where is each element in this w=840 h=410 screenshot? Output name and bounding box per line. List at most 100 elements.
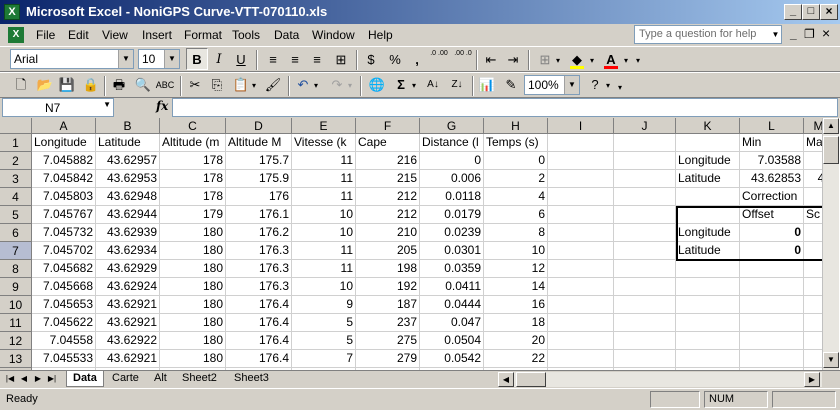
row-header-7[interactable]: 7 [0, 242, 32, 260]
menu-file[interactable]: File [32, 27, 59, 43]
data-cell[interactable]: 0.0239 [420, 224, 484, 242]
workbook-icon[interactable]: X [8, 27, 24, 43]
borders-icon[interactable]: ⊞ [534, 49, 556, 71]
data-cell[interactable]: 43.62921 [96, 296, 160, 314]
row-header-1[interactable]: 1 [0, 134, 32, 152]
name-box-dropdown-icon[interactable]: ▼ [103, 100, 111, 109]
redo-icon[interactable]: ↷ [326, 74, 348, 96]
cell[interactable] [614, 278, 676, 296]
open-icon[interactable]: 📂 [34, 74, 56, 96]
zoom-select[interactable]: 100% ▼ [524, 75, 580, 95]
sheet-tab-data[interactable]: Data [66, 371, 104, 387]
scroll-down-icon[interactable]: ▼ [823, 352, 839, 368]
data-cell[interactable]: 14 [484, 278, 548, 296]
column-header-b[interactable]: B [96, 118, 160, 134]
data-cell[interactable]: 0.0444 [420, 296, 484, 314]
data-cell[interactable]: 0.0301 [420, 242, 484, 260]
data-cell[interactable]: 7.045767 [32, 206, 96, 224]
prev-sheet-icon[interactable]: ◀ [18, 372, 30, 386]
data-cell[interactable]: 7 [292, 350, 356, 368]
data-cell[interactable]: 176.4 [226, 350, 292, 368]
cell[interactable] [548, 152, 614, 170]
data-cell[interactable]: 43.62929 [96, 260, 160, 278]
data-cell[interactable]: 43.62934 [96, 242, 160, 260]
underline-button[interactable]: U [230, 49, 252, 71]
data-cell[interactable]: 7.045882 [32, 152, 96, 170]
cell[interactable] [676, 260, 740, 278]
permission-icon[interactable]: 🔒 [80, 74, 102, 96]
data-cell[interactable]: 20 [484, 332, 548, 350]
print-preview-icon[interactable]: 🔍 [132, 74, 154, 96]
align-right-icon[interactable]: ≡ [306, 49, 328, 71]
scroll-up-icon[interactable]: ▲ [823, 118, 839, 134]
data-cell[interactable]: 8 [484, 224, 548, 242]
data-cell[interactable]: 7.04558 [32, 332, 96, 350]
data-cell[interactable]: 9 [292, 296, 356, 314]
data-cell[interactable]: 0 [484, 152, 548, 170]
cell[interactable] [740, 260, 804, 278]
align-center-icon[interactable]: ≡ [284, 49, 306, 71]
close-button[interactable]: × [820, 4, 838, 20]
data-cell[interactable]: 7.045732 [32, 224, 96, 242]
cell[interactable] [614, 242, 676, 260]
data-cell[interactable]: 43.62939 [96, 224, 160, 242]
paste-icon[interactable]: 📋 [230, 74, 252, 96]
cell[interactable] [676, 350, 740, 368]
format-painter-icon[interactable]: 🖌 [262, 74, 284, 96]
row-header-13[interactable]: 13 [0, 350, 32, 368]
data-cell[interactable]: 12 [484, 260, 548, 278]
data-cell[interactable]: 0.0359 [420, 260, 484, 278]
cell[interactable] [740, 314, 804, 332]
data-cell[interactable]: 18 [484, 314, 548, 332]
horizontal-scroll-thumb[interactable] [516, 372, 546, 387]
row-header-4[interactable]: 4 [0, 188, 32, 206]
cell[interactable] [676, 314, 740, 332]
menu-window[interactable]: Window [308, 27, 359, 43]
cell[interactable] [614, 206, 676, 224]
data-cell[interactable]: 0.0411 [420, 278, 484, 296]
menu-help[interactable]: Help [364, 27, 397, 43]
data-cell[interactable]: 0.0542 [420, 350, 484, 368]
increase-indent-icon[interactable]: ⇥ [502, 49, 524, 71]
font-color-dropdown-icon[interactable]: ▾ [624, 56, 628, 65]
select-all-corner[interactable] [0, 118, 32, 134]
data-cell[interactable]: 176 [226, 188, 292, 206]
data-cell[interactable]: 198 [356, 260, 420, 278]
sheet-tab-carte[interactable]: Carte [106, 371, 145, 387]
sort-ascending-icon[interactable]: A↓ [422, 74, 444, 96]
data-cell[interactable]: 10 [292, 278, 356, 296]
data-cell[interactable]: 7.045842 [32, 170, 96, 188]
row-header-12[interactable]: 12 [0, 332, 32, 350]
spelling-icon[interactable]: ABC [154, 74, 176, 96]
cell[interactable] [614, 188, 676, 206]
copy-icon[interactable]: ⎘ [206, 74, 228, 96]
row-header-8[interactable]: 8 [0, 260, 32, 278]
column-title-cell[interactable]: Longitude [32, 134, 96, 152]
cell[interactable] [548, 350, 614, 368]
row-header-5[interactable]: 5 [0, 206, 32, 224]
column-title-cell[interactable]: Altitude M [226, 134, 292, 152]
cell[interactable] [676, 188, 740, 206]
vertical-scroll-thumb[interactable] [823, 136, 839, 164]
column-title-cell[interactable]: Altitude (m [160, 134, 226, 152]
data-cell[interactable]: 215 [356, 170, 420, 188]
cell[interactable] [614, 134, 676, 152]
help-dropdown-icon[interactable]: ▾ [606, 81, 610, 90]
latitude-offset-cell[interactable]: 0 [740, 242, 804, 260]
column-header-g[interactable]: G [420, 118, 484, 134]
toolbar-options-icon[interactable]: ▾ [636, 56, 640, 65]
cell[interactable] [676, 206, 740, 224]
menu-view[interactable]: View [98, 27, 132, 43]
data-cell[interactable]: 7.045803 [32, 188, 96, 206]
scroll-left-icon[interactable]: ◀ [498, 372, 514, 387]
toolbar-options-icon[interactable]: ▾ [618, 83, 622, 92]
fill-dropdown-icon[interactable]: ▾ [590, 56, 594, 65]
row-header-6[interactable]: 6 [0, 224, 32, 242]
fill-color-icon[interactable]: ◆ [566, 49, 588, 71]
cell[interactable] [740, 278, 804, 296]
column-header-l[interactable]: L [740, 118, 804, 134]
insert-function-icon[interactable]: fx [156, 99, 168, 113]
formula-input[interactable] [172, 98, 838, 117]
data-cell[interactable]: 16 [484, 296, 548, 314]
cell[interactable] [614, 350, 676, 368]
